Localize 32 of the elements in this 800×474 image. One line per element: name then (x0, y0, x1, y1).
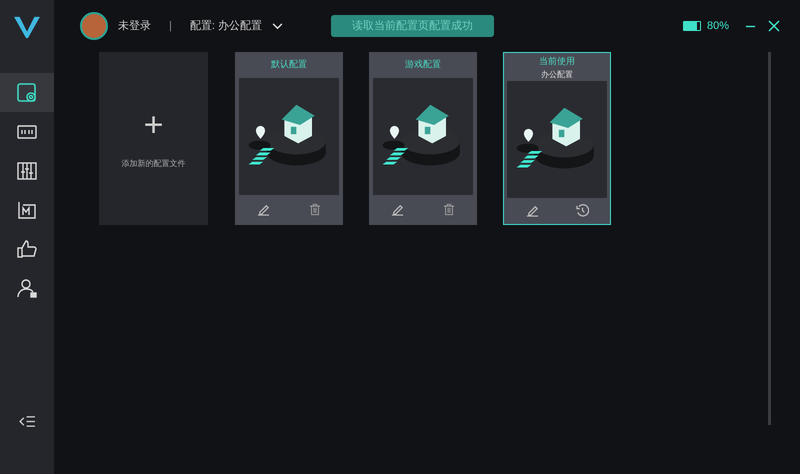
collapse-menu-icon[interactable] (18, 415, 36, 428)
trash-icon[interactable] (308, 203, 321, 216)
edit-icon[interactable] (257, 203, 270, 216)
plus-icon: + (144, 108, 164, 142)
history-icon[interactable] (576, 204, 588, 218)
edit-icon[interactable] (526, 204, 538, 218)
user-name: 未登录 (118, 18, 151, 34)
trash-icon[interactable] (442, 203, 455, 216)
logo-icon (13, 15, 41, 39)
user-icon (16, 276, 38, 298)
profile-name: 办公配置 (541, 68, 573, 80)
profile-title: 游戏配置 (405, 58, 441, 71)
avatar[interactable] (80, 12, 108, 40)
sidebar-tab[interactable] (0, 73, 54, 112)
current-profile-label[interactable]: 配置: 办公配置 (190, 18, 262, 34)
profile-card[interactable]: 游戏配置 (369, 52, 477, 225)
separator: | (169, 18, 172, 34)
equalizer-icon (16, 160, 38, 182)
edit-icon[interactable] (391, 203, 404, 216)
scrollbar[interactable] (768, 52, 771, 425)
toast-message: 读取当前配置页配置成功 (330, 15, 494, 37)
profile-card[interactable]: 当前使用 办公配置 (503, 52, 611, 225)
close-icon[interactable] (768, 20, 780, 32)
battery-reading: 80% (706, 18, 729, 34)
chevron-down-icon[interactable] (272, 22, 283, 30)
thumbs-up-icon (16, 238, 38, 260)
profile-title: 当前使用 (539, 55, 575, 68)
add-profile-label: 添加新的配置文件 (122, 158, 186, 170)
profile-title: 默认配置 (271, 58, 307, 71)
add-profile-card[interactable]: + 添加新的配置文件 (99, 52, 208, 225)
profile-card[interactable]: 默认配置 (235, 52, 343, 225)
profile-settings-icon (16, 82, 38, 104)
